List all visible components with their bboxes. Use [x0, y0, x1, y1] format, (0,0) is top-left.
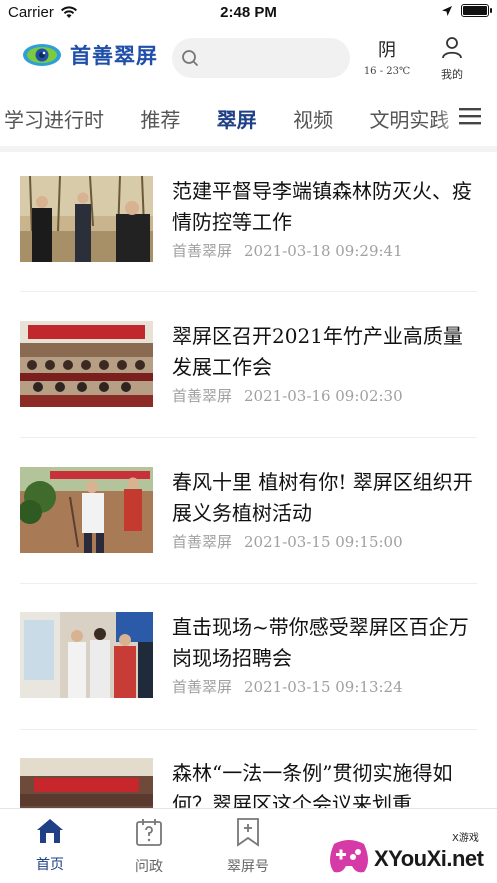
tab-video[interactable]: 视频 — [293, 104, 333, 133]
battery-icon — [461, 4, 492, 17]
category-tabs: 学习进行时 推荐 翠屏 视频 文明实践 — [0, 98, 497, 142]
search-icon — [182, 50, 198, 66]
news-source: 首善翠屏 — [172, 387, 233, 405]
news-item[interactable]: 翠屏区召开2021年竹产业高质量发展工作会 首善翠屏 2021-03-16 09:… — [0, 298, 497, 444]
status-bar: Carrier 2:48 PM — [0, 0, 497, 26]
news-time: 2021-03-15 09:15:00 — [244, 533, 403, 551]
tab-cuiping[interactable]: 翠屏 — [217, 104, 257, 133]
item-separator — [20, 583, 477, 584]
news-time: 2021-03-15 09:13:24 — [244, 678, 403, 696]
calendar-question-icon — [136, 819, 162, 846]
news-time: 2021-03-18 09:29:41 — [244, 242, 403, 260]
watermark-small-text: X游戏 — [452, 833, 479, 844]
item-separator — [20, 729, 477, 730]
battery-fill — [463, 6, 487, 15]
tab-strip: 学习进行时 推荐 翠屏 视频 文明实践 — [4, 104, 479, 133]
news-item[interactable]: 范建平督导李端镇森林防灭火、疫情防控等工作 首善翠屏 2021-03-18 09:… — [0, 152, 497, 298]
news-thumbnail — [20, 467, 153, 553]
item-separator — [20, 291, 477, 292]
eye-logo-icon — [23, 44, 61, 66]
weather-temp: 16 - 23℃ — [363, 66, 411, 77]
nav-home-label: 首页 — [36, 857, 64, 873]
news-meta: 首善翠屏 2021-03-18 09:29:41 — [172, 240, 403, 261]
site-watermark: X游戏 XYouXi.net — [326, 828, 494, 880]
news-item[interactable]: 春风十里 植树有你! 翠屏区组织开展义务植树活动 首善翠屏 2021-03-15 … — [0, 444, 497, 590]
me-button[interactable]: 我的 — [432, 36, 472, 82]
weather-condition: 阴 — [378, 40, 396, 61]
logo-text: 首善翠屏 — [70, 43, 158, 68]
tab-study[interactable]: 学习进行时 — [4, 104, 104, 133]
news-title: 直击现场~带你感受翠屏区百企万岗现场招聘会 — [172, 615, 469, 670]
news-item[interactable]: 直击现场~带你感受翠屏区百企万岗现场招聘会 首善翠屏 2021-03-15 09:… — [0, 590, 497, 736]
nav-wenzheng[interactable]: 问政 — [114, 817, 184, 876]
news-thumbnail — [20, 321, 153, 407]
status-right — [441, 4, 492, 17]
tab-recommend[interactable]: 推荐 — [140, 104, 180, 133]
news-meta: 首善翠屏 2021-03-15 09:13:24 — [172, 676, 403, 697]
app-logo[interactable]: 首善翠屏 — [22, 40, 158, 70]
news-source: 首善翠屏 — [172, 678, 233, 696]
status-time: 2:48 PM — [220, 4, 277, 21]
news-meta: 首善翠屏 2021-03-15 09:15:00 — [172, 531, 403, 552]
nav-wenzheng-label: 问政 — [135, 859, 163, 875]
me-label: 我的 — [441, 68, 463, 81]
home-icon — [37, 819, 63, 843]
news-thumbnail — [20, 612, 153, 698]
user-icon — [442, 37, 462, 59]
watermark-text: XYouXi.net — [374, 846, 484, 871]
news-source: 首善翠屏 — [172, 533, 233, 551]
search-bar[interactable] — [172, 38, 350, 78]
bookmark-plus-icon — [237, 818, 259, 847]
app-header: 首善翠屏 阴 16 - 23℃ 我的 — [0, 30, 497, 90]
item-separator — [20, 437, 477, 438]
nav-cuipinghao-label: 翠屏号 — [227, 859, 269, 875]
weather-widget[interactable]: 阴 16 - 23℃ — [360, 36, 414, 77]
news-title: 范建平督导李端镇森林防灭火、疫情防控等工作 — [172, 179, 472, 234]
menu-icon[interactable] — [459, 107, 481, 125]
news-title: 春风十里 植树有你! 翠屏区组织开展义务植树活动 — [172, 470, 473, 525]
news-thumbnail — [20, 176, 153, 262]
location-arrow-icon — [442, 5, 452, 16]
nav-home[interactable]: 首页 — [15, 817, 85, 874]
news-title: 翠屏区召开2021年竹产业高质量发展工作会 — [172, 324, 463, 379]
news-source: 首善翠屏 — [172, 242, 233, 260]
nav-cuipinghao[interactable]: 翠屏号 — [213, 817, 283, 876]
gamepad-logo-icon — [330, 840, 368, 873]
news-meta: 首善翠屏 2021-03-16 09:02:30 — [172, 385, 403, 406]
news-time: 2021-03-16 09:02:30 — [244, 387, 403, 405]
